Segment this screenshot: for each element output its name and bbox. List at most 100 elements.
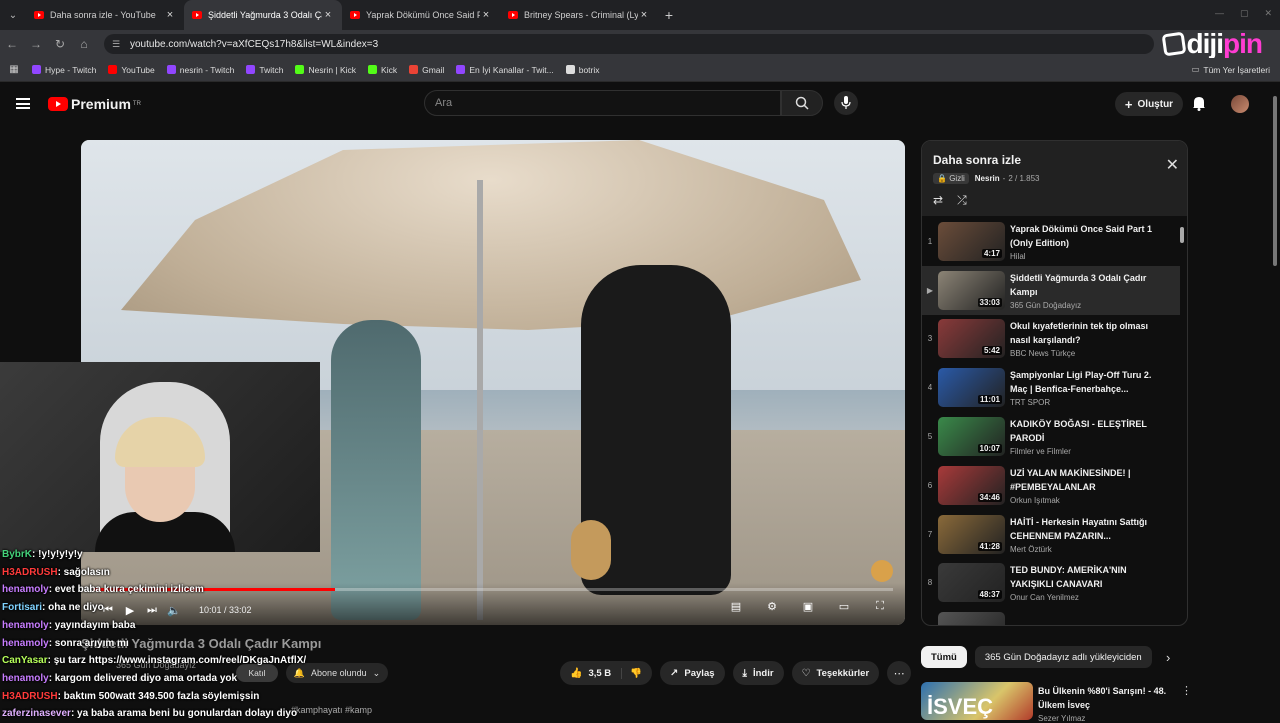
browser-tab-4[interactable]: Britney Spears - Criminal (Lyrics× [500,0,658,30]
chat-username[interactable]: CanYasar [2,655,48,666]
playlist-item-title[interactable]: Şiddetli Yağmurda 3 Odalı Çadır Kampı [1010,271,1160,299]
close-tab-icon[interactable]: × [480,9,492,21]
loop-icon[interactable]: ⇄ [933,193,943,208]
playlist-item[interactable]: ▶ 33:03 Şiddetli Yağmurda 3 Odalı Çadır Ka… [922,265,1180,315]
avatar[interactable] [1231,95,1249,113]
chat-username[interactable]: henamoly [2,620,49,631]
download-button[interactable]: ⤓ İndir [732,661,784,685]
search-button[interactable] [781,90,823,116]
close-tab-icon[interactable]: × [638,9,650,21]
playlist-item-title[interactable]: Okul kıyafetlerinin tek tip olması nasıl… [1010,319,1160,347]
playlist-item[interactable]: 3 5:42 Okul kıyafetlerinin tek tip olması … [922,315,1180,364]
filter-chip[interactable]: Tümü [921,646,967,668]
new-tab-icon[interactable]: + [658,7,680,23]
chat-username[interactable]: H3ADRUSH [2,691,58,702]
playlist-item-thumbnail[interactable]: 10:07 [938,417,1005,457]
playlist-item-thumbnail[interactable] [938,612,1005,625]
bookmark-item[interactable]: botrix [565,65,600,75]
chat-username[interactable]: henamoly [2,673,49,684]
chat-username[interactable]: henamoly [2,584,49,595]
voice-search-button[interactable] [834,91,858,115]
miniplayer-icon[interactable]: ▣ [797,600,819,613]
bookmark-item[interactable]: Twitch [246,65,283,75]
page-scrollbar-thumb[interactable] [1273,96,1277,266]
bookmark-item[interactable]: Hype - Twitch [32,65,96,75]
playlist-item-title[interactable]: Şampiyonlar Ligi Play-Off Turu 2. Maç | … [1010,368,1160,396]
playlist-item[interactable]: 1 4:17 Yaprak Dökümü Once Said Part 1 (Onl… [922,217,1180,266]
bookmark-item[interactable]: YouTube [108,65,155,75]
recommended-thumbnail[interactable]: İSVEÇ [921,682,1033,720]
fullscreen-icon[interactable]: ⛶ [869,600,891,613]
playlist-item-thumbnail[interactable]: 48:37 [938,563,1005,603]
playlist-item[interactable]: 9CAN CHAPLIN EV ZİYARETİ [922,607,1180,626]
subtitles-icon[interactable]: ▤ [725,600,747,613]
thanks-button[interactable]: ♡ Teşekkürler [791,661,880,685]
close-tab-icon[interactable]: × [164,9,176,21]
settings-gear-icon[interactable]: ⚙ [761,600,783,613]
chat-username[interactable]: BybrK [2,549,32,560]
channel-watermark-icon[interactable] [871,560,893,582]
playlist-item[interactable]: 6 34:46 UZİ YALAN MAKİNESİNDE! | #PEMBEYAL… [922,461,1180,510]
bookmark-item[interactable]: Kick [368,65,397,75]
playlist-item-thumbnail[interactable]: 34:46 [938,465,1005,505]
maximize-icon[interactable]: ▢ [1240,8,1249,19]
recommended-title[interactable]: Bu Ülkenin %80'i Sarışın! - 48. Ülkem İs… [1038,684,1178,712]
home-icon[interactable]: ⌂ [72,37,96,51]
menu-icon[interactable] [16,98,30,109]
youtube-logo[interactable]: Premium TR [48,96,141,112]
back-icon[interactable]: ← [0,37,24,51]
url-field[interactable]: ☰ youtube.com/watch?v=aXfCEQs17h8&list=W… [104,34,1154,54]
create-button[interactable]: + Oluştur [1115,92,1183,116]
search-input[interactable]: Ara [424,90,781,116]
playlist-title[interactable]: Daha sonra izle [933,153,1021,167]
close-window-icon[interactable]: ✕ [1264,8,1272,19]
like-button[interactable]: 👍 3,5 B 👎 [560,661,653,685]
playlist-item-title[interactable]: Yaprak Dökümü Once Said Part 1 (Only Edi… [1010,222,1160,250]
playlist-item[interactable]: 4 11:01 Şampiyonlar Ligi Play-Off Turu 2. … [922,363,1180,412]
playlist-item-title[interactable]: KADIKÖY BOĞASI - ELEŞTİREL PARODİ [1010,417,1160,445]
playlist-item[interactable]: 5 10:07 KADIKÖY BOĞASI - ELEŞTİREL PARODİ F… [922,412,1180,461]
more-options-icon[interactable]: ⋮ [1181,684,1192,697]
playlist-item-title[interactable]: TED BUNDY: AMERİKA'NIN YAKIŞIKLI CANAVAR… [1010,563,1160,591]
chat-username[interactable]: Fortisari [2,602,42,613]
playlist-item-thumbnail[interactable]: 41:28 [938,514,1005,554]
chat-username[interactable]: henamoly [2,638,49,649]
playlist-item-thumbnail[interactable]: 33:03 [938,270,1005,310]
bookmark-item[interactable]: Nesrin | Kick [295,65,356,75]
close-icon[interactable]: ✕ [1166,155,1179,175]
browser-tab-2[interactable]: Şiddetli Yağmurda 3 Odalı Çadır× [184,0,342,30]
playlist-item-thumbnail[interactable]: 11:01 [938,368,1005,408]
browser-tab-1[interactable]: Daha sonra izle - YouTube × [26,0,184,30]
browser-tab-3[interactable]: Yaprak Dökümü Once Said Part× [342,0,500,30]
apps-grid-icon[interactable]: ▦ [0,64,28,75]
bookmark-item[interactable]: En İyi Kanallar - Twit... [456,65,554,75]
shuffle-icon[interactable]: ⤮ [957,193,967,208]
filter-chip[interactable]: 365 Gün Doğadayız adlı yükleyiciden [974,646,1152,668]
playlist-scrollbar[interactable] [1180,219,1184,619]
playlist-item-thumbnail[interactable]: 5:42 [938,319,1005,359]
playlist-owner[interactable]: Nesrin [975,174,1000,183]
scrollbar-thumb[interactable] [1180,227,1184,243]
playlist-item[interactable]: 8 48:37 TED BUNDY: AMERİKA'NIN YAKIŞIKLI C… [922,559,1180,608]
recommended-video[interactable]: İSVEÇ Bu Ülkenin %80'i Sarışın! - 48. Ül… [921,682,1192,723]
notifications-button[interactable] [1192,95,1206,116]
playlist-item-thumbnail[interactable]: 4:17 [938,221,1005,261]
site-info-icon[interactable]: ☰ [112,39,122,50]
theater-mode-icon[interactable]: ▭ [833,600,855,613]
playlist-item-title[interactable]: UZİ YALAN MAKİNESİNDE! | #PEMBEYALANLAR [1010,466,1160,494]
tab-search-icon[interactable]: ⌄ [0,0,26,30]
thumbs-down-icon[interactable]: 👎 [621,667,642,679]
all-bookmarks[interactable]: ▭ Tüm Yer İşaretleri [1191,64,1270,75]
chat-username[interactable]: H3ADRUSH [2,567,58,578]
share-button[interactable]: ↗ Paylaş [660,661,725,685]
playlist-item[interactable]: 7 41:28 HAİTİ - Herkesin Hayatını Sattığı … [922,510,1180,559]
playlist-item-title[interactable]: CAN CHAPLIN EV ZİYARETİ [1010,625,1160,626]
reload-icon[interactable]: ↻ [48,37,72,51]
forward-icon[interactable]: → [24,37,48,51]
close-tab-icon[interactable]: × [322,9,334,21]
bookmark-item[interactable]: Gmail [409,65,444,75]
bookmark-item[interactable]: nesrin - Twitch [166,65,234,75]
chat-username[interactable]: zaferzinasever [2,708,71,719]
minimize-icon[interactable]: — [1215,8,1224,19]
more-actions-icon[interactable]: ⋯ [887,661,912,685]
